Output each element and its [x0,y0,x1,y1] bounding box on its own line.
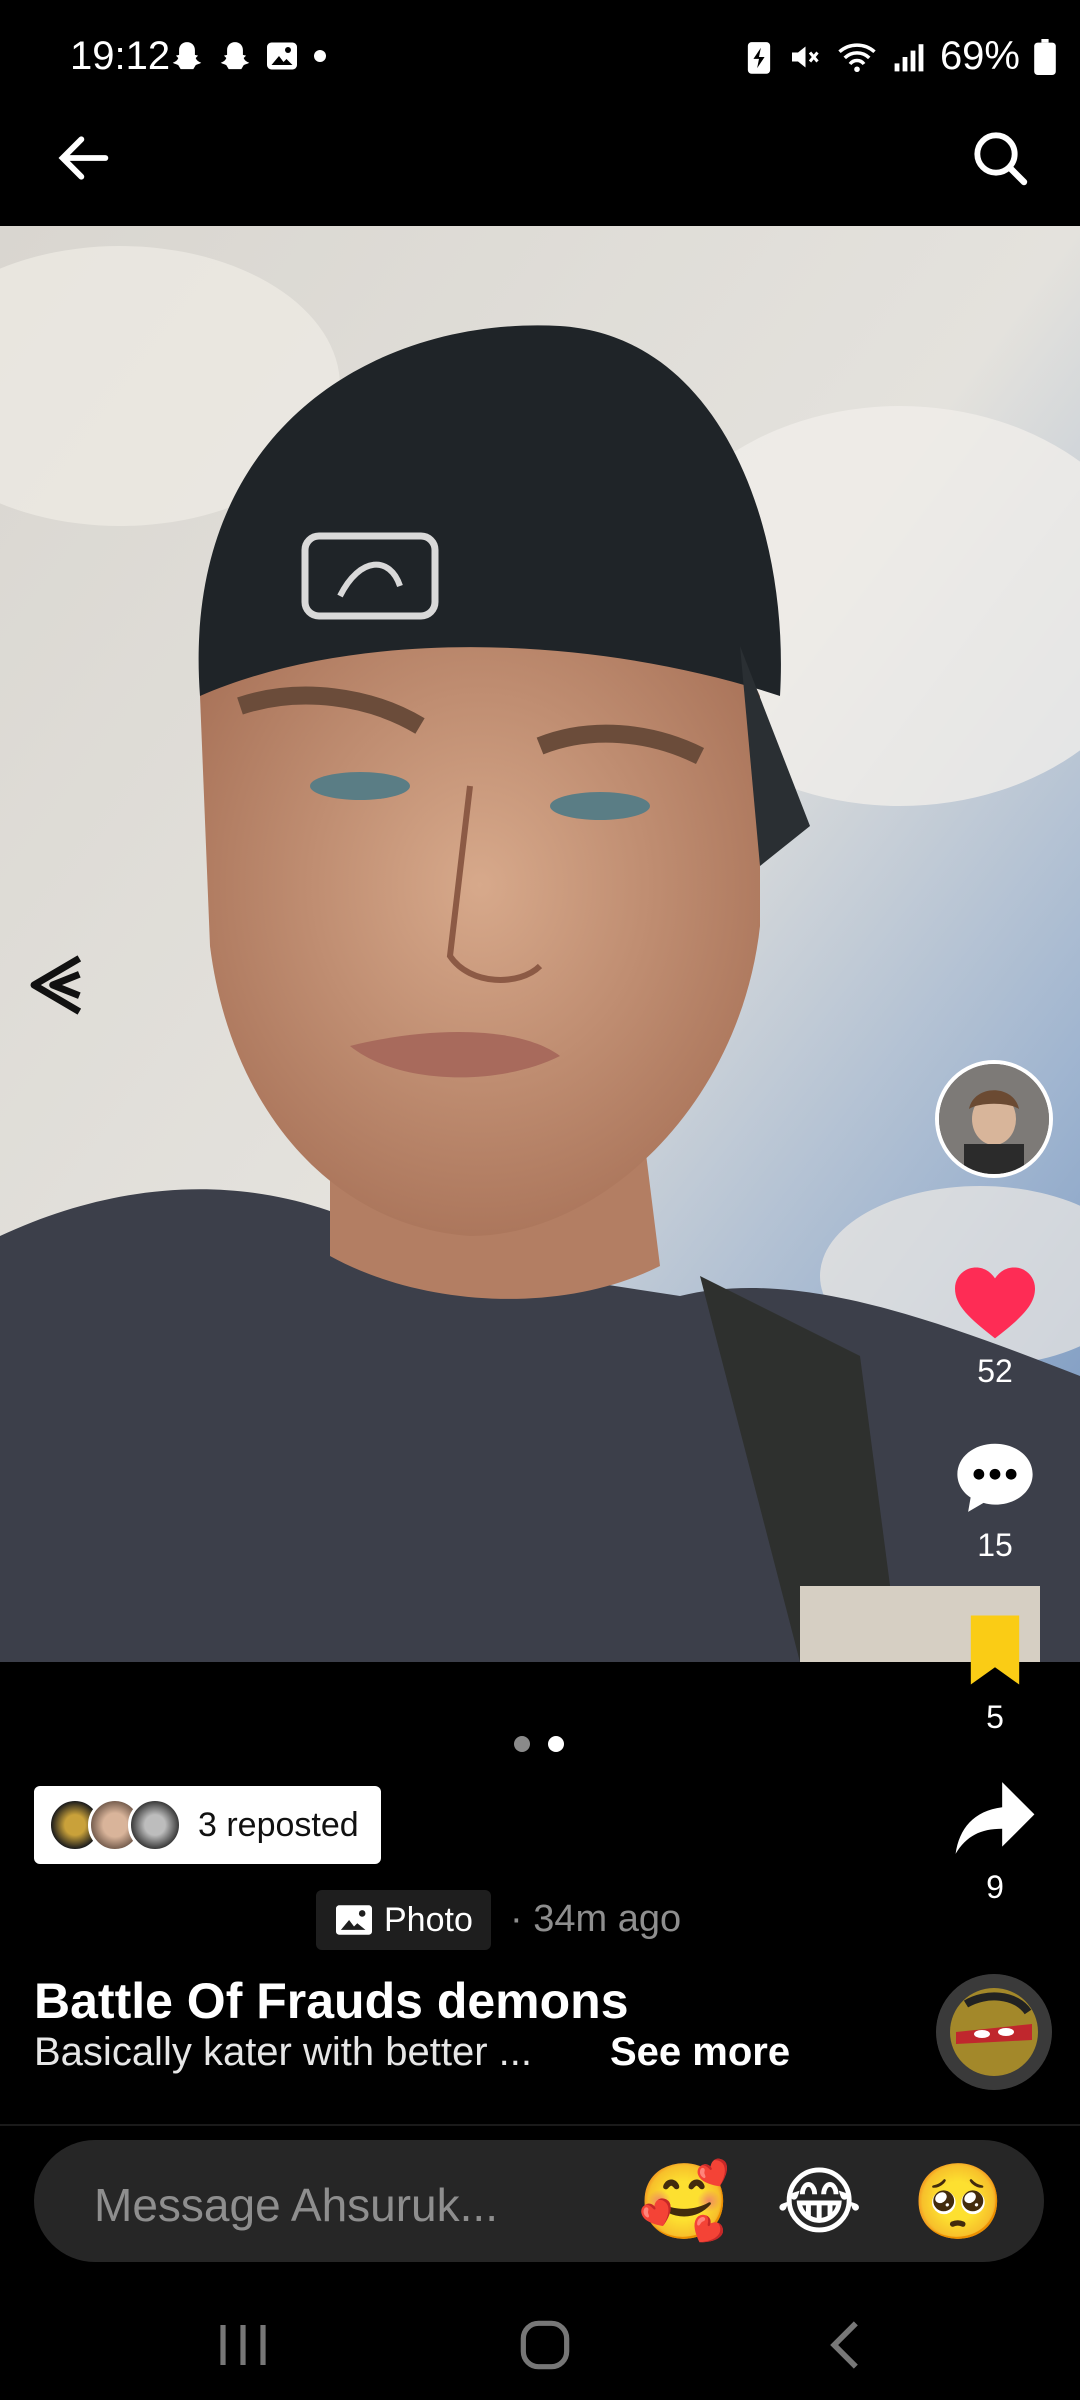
emoji-pleading-button[interactable]: 🥺 [912,2160,1004,2244]
status-right: 69% [746,34,1056,79]
repost-avatars [48,1798,182,1852]
photo-pager [514,1736,564,1752]
reposted-chip[interactable]: 3 reposted [34,1786,381,1864]
sound-disc[interactable] [936,1974,1052,2090]
battery-percent: 69% [939,34,1020,78]
photo-icon [336,1905,372,1935]
back-button[interactable] [52,126,116,190]
share-left-button[interactable] [26,950,90,1020]
nav-back-button[interactable] [800,2300,890,2390]
comment-icon [957,1443,1033,1512]
nav-recents-button[interactable] [198,2300,288,2390]
search-button[interactable] [968,126,1032,190]
creator-avatar[interactable] [935,1060,1053,1178]
emoji-tears-of-joy-button[interactable]: 😂 [776,2160,862,2244]
share-left-icon [30,955,82,1015]
gallery-icon [267,42,297,70]
comment-count: 15 [977,1527,1013,1563]
photo-type-label: Photo [384,1900,473,1939]
nav-home-button[interactable] [500,2300,590,2390]
share-arrow-icon [955,1782,1035,1854]
share-count: 9 [986,1869,1004,1905]
share-button[interactable]: 9 [935,1778,1055,1906]
message-input[interactable] [92,2172,616,2238]
bookmark-icon [970,1615,1020,1685]
save-count: 5 [986,1699,1004,1735]
like-count: 52 [977,1353,1013,1389]
home-icon [520,2320,570,2370]
divider [0,2124,1080,2126]
repost-avatar-3 [128,1798,182,1852]
mute-icon [791,46,819,67]
pager-dot-2[interactable] [548,1736,564,1752]
status-left-icons [168,38,330,78]
back-arrow-icon [58,136,109,180]
status-time: 19:12 [70,34,171,78]
battery-icon [1034,38,1056,75]
post-description: Basically kater with better ... [34,2030,532,2074]
post-time: · 34m ago [510,1898,682,1940]
like-button[interactable]: 52 [935,1262,1055,1390]
post-photo[interactable] [0,226,1080,1662]
wifi-icon [838,42,876,72]
photo-type-badge: Photo [316,1890,491,1950]
comment-button[interactable]: 15 [935,1436,1055,1564]
emoji-smiling-hearts-button[interactable]: 🥰 [638,2160,730,2244]
nav-back-icon [830,2321,858,2369]
signal-icon [894,43,924,71]
snapchat-icon [172,42,202,70]
recents-icon [220,2325,266,2365]
search-icon [974,132,1028,186]
repost-text: 3 reposted [198,1805,359,1844]
heart-icon [955,1267,1035,1339]
see-more-button[interactable]: See more [610,2030,790,2075]
pager-dot-1[interactable] [514,1736,530,1752]
dot-icon [314,50,326,62]
save-button[interactable]: 5 [935,1612,1055,1736]
snapchat-icon [220,42,250,70]
battery-saver-icon [747,41,771,74]
post-title: Battle Of Frauds demons [34,1973,629,2029]
